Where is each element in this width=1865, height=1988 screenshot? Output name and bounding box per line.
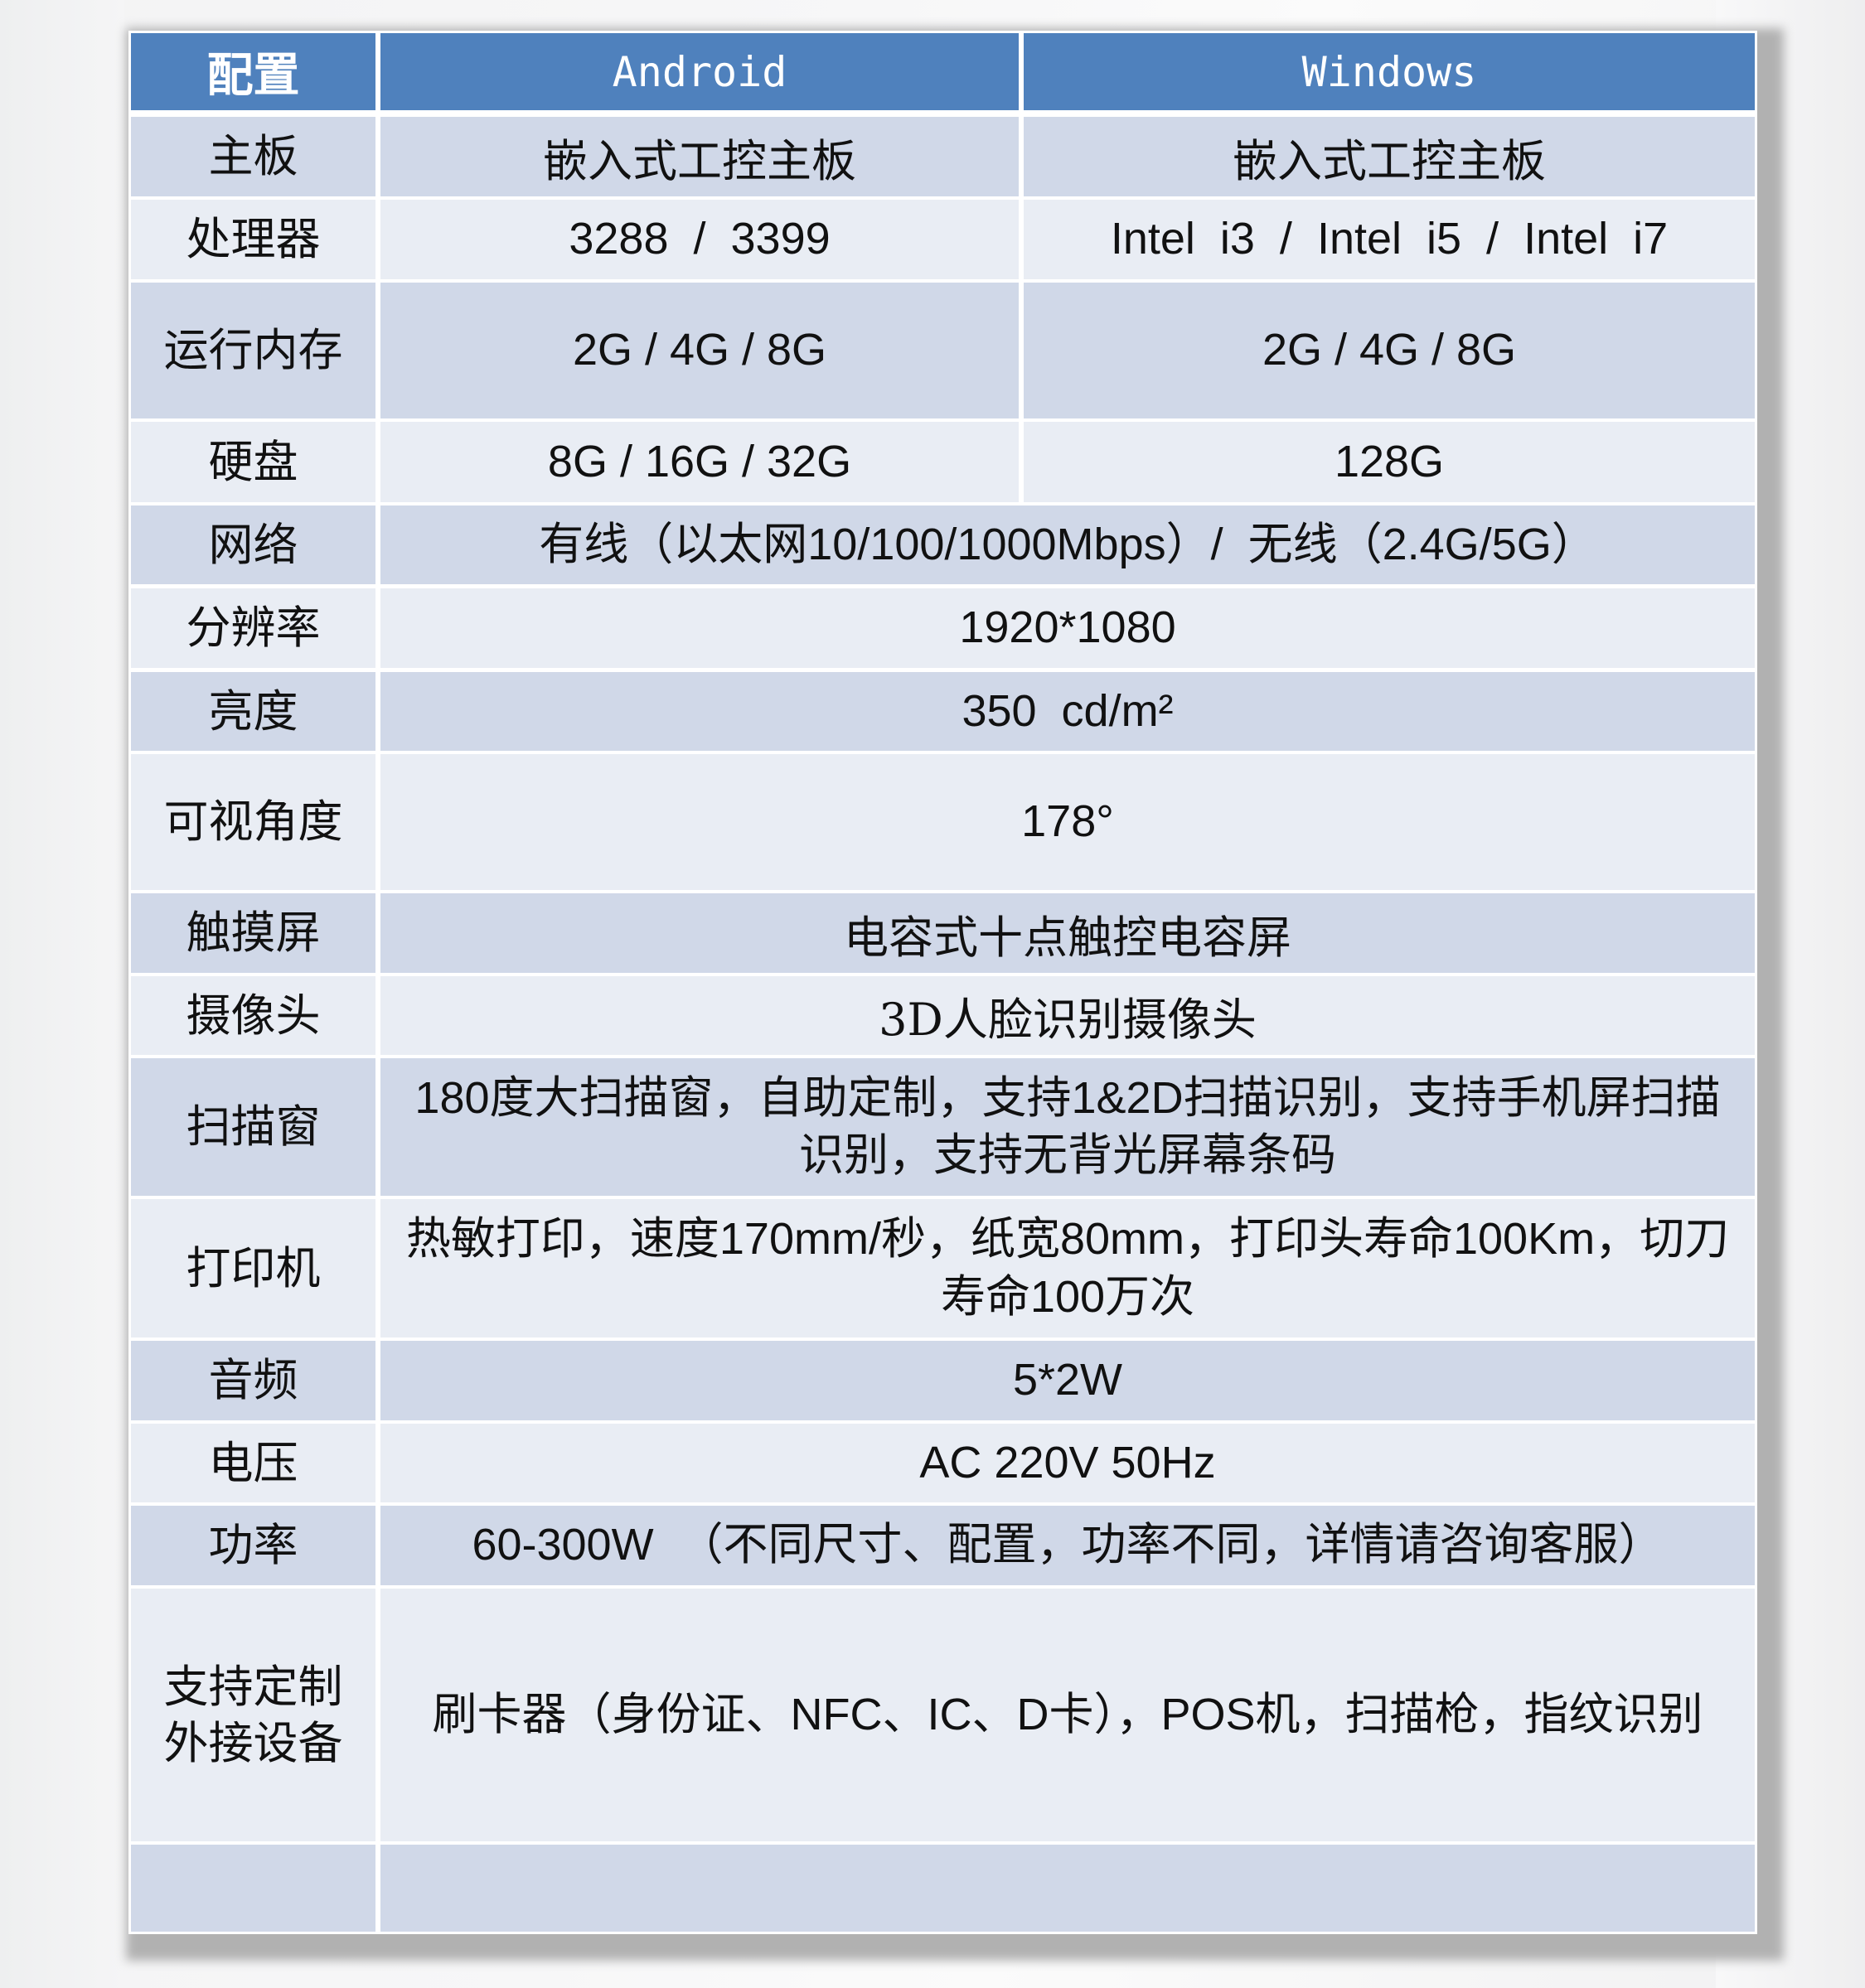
row-label: 主板 bbox=[131, 117, 375, 196]
table-row-custom-peripherals: 支持定制外接设备 刷卡器（身份证、NFC、IC、D卡），POS机，扫描枪，指纹识… bbox=[131, 1589, 1755, 1841]
touchscreen-value: 电容式十点触控电容屏 bbox=[380, 893, 1755, 973]
row-label: 触摸屏 bbox=[131, 893, 375, 973]
row-label: 可视角度 bbox=[131, 754, 375, 890]
header-windows: Windows bbox=[1024, 33, 1755, 110]
resolution-value: 1920*1080 bbox=[380, 588, 1755, 668]
table-row-audio: 音频 5*2W bbox=[131, 1341, 1755, 1420]
spec-table: 配置 Android Windows 主板 嵌入式工控主板 嵌入式工控主板 处理… bbox=[128, 31, 1757, 1934]
table-row-viewing-angle: 可视角度 178° bbox=[131, 754, 1755, 890]
row-label: 处理器 bbox=[131, 200, 375, 279]
row-label: 扫描窗 bbox=[131, 1058, 375, 1196]
power-value: 60-300W （不同尺寸、配置，功率不同，详情请咨询客服） bbox=[380, 1506, 1755, 1585]
voltage-value: AC 220V 50Hz bbox=[380, 1424, 1755, 1502]
network-value: 有线（以太网10/100/1000Mbps）/ 无线（2.4G/5G） bbox=[380, 505, 1755, 584]
table-row-processor: 处理器 3288 / 3399 Intel i3 / Intel i5 / In… bbox=[131, 200, 1755, 279]
background-panel-left bbox=[0, 0, 124, 1988]
row-label: 分辨率 bbox=[131, 588, 375, 668]
audio-value: 5*2W bbox=[380, 1341, 1755, 1420]
table-row-network: 网络 有线（以太网10/100/1000Mbps）/ 无线（2.4G/5G） bbox=[131, 505, 1755, 584]
table-row-camera: 摄像头 3D人脸识别摄像头 bbox=[131, 976, 1755, 1055]
windows-value: Intel i3 / Intel i5 / Intel i7 bbox=[1024, 200, 1755, 279]
scan-window-value: 180度大扫描窗，自助定制，支持1&2D扫描识别，支持手机屏扫描识别，支持无背光… bbox=[380, 1058, 1755, 1196]
viewing-angle-value: 178° bbox=[380, 754, 1755, 890]
printer-value: 热敏打印，速度170mm/秒，纸宽80mm，打印头寿命100Km，切刀寿命100… bbox=[380, 1199, 1755, 1337]
brightness-value: 350 cd/m² bbox=[380, 672, 1755, 751]
table-row-voltage: 电压 AC 220V 50Hz bbox=[131, 1424, 1755, 1502]
windows-value: 2G / 4G / 8G bbox=[1024, 283, 1755, 418]
table-header-row: 配置 Android Windows bbox=[131, 33, 1755, 110]
windows-value: 128G bbox=[1024, 422, 1755, 502]
row-label: 运行内存 bbox=[131, 283, 375, 418]
android-value: 嵌入式工控主板 bbox=[380, 117, 1019, 196]
table-row-ram: 运行内存 2G / 4G / 8G 2G / 4G / 8G bbox=[131, 283, 1755, 418]
row-label: 硬盘 bbox=[131, 422, 375, 502]
windows-value: 嵌入式工控主板 bbox=[1024, 117, 1755, 196]
table-row-touchscreen: 触摸屏 电容式十点触控电容屏 bbox=[131, 893, 1755, 973]
row-label: 支持定制外接设备 bbox=[131, 1589, 375, 1841]
row-label bbox=[131, 1845, 375, 1932]
table-row-empty bbox=[131, 1845, 1755, 1932]
header-config: 配置 bbox=[131, 33, 375, 110]
table-row-brightness: 亮度 350 cd/m² bbox=[131, 672, 1755, 751]
row-label: 亮度 bbox=[131, 672, 375, 751]
android-value: 2G / 4G / 8G bbox=[380, 283, 1019, 418]
table-row-resolution: 分辨率 1920*1080 bbox=[131, 588, 1755, 668]
table-row-power: 功率 60-300W （不同尺寸、配置，功率不同，详情请咨询客服） bbox=[131, 1506, 1755, 1585]
table-row-mainboard: 主板 嵌入式工控主板 嵌入式工控主板 bbox=[131, 117, 1755, 196]
row-label: 打印机 bbox=[131, 1199, 375, 1337]
android-value: 8G / 16G / 32G bbox=[380, 422, 1019, 502]
table-row-printer: 打印机 热敏打印，速度170mm/秒，纸宽80mm，打印头寿命100Km，切刀寿… bbox=[131, 1199, 1755, 1337]
row-label: 电压 bbox=[131, 1424, 375, 1502]
empty-value bbox=[380, 1845, 1755, 1932]
android-value: 3288 / 3399 bbox=[380, 200, 1019, 279]
camera-value: 3D人脸识别摄像头 bbox=[380, 976, 1755, 1055]
custom-peripherals-value: 刷卡器（身份证、NFC、IC、D卡），POS机，扫描枪，指纹识别 bbox=[380, 1589, 1755, 1841]
row-label: 音频 bbox=[131, 1341, 375, 1420]
header-android: Android bbox=[380, 33, 1019, 110]
row-label: 功率 bbox=[131, 1506, 375, 1585]
table-row-scan-window: 扫描窗 180度大扫描窗，自助定制，支持1&2D扫描识别，支持手机屏扫描识别，支… bbox=[131, 1058, 1755, 1196]
row-label: 网络 bbox=[131, 505, 375, 584]
table-row-storage: 硬盘 8G / 16G / 32G 128G bbox=[131, 422, 1755, 502]
row-label: 摄像头 bbox=[131, 976, 375, 1055]
